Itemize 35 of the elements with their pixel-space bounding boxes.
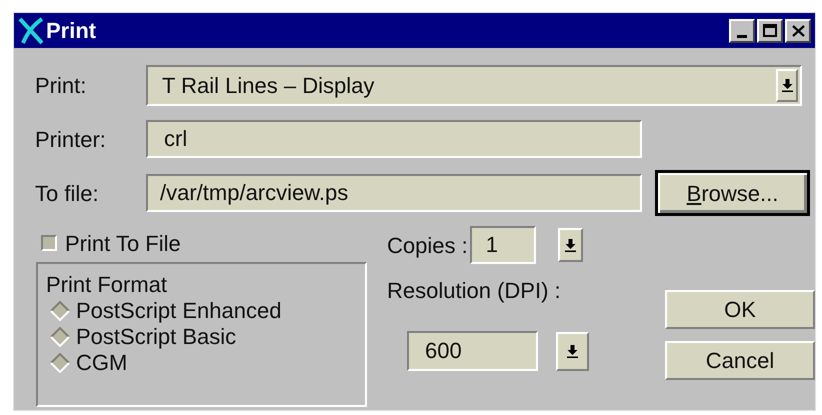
- down-arrow-icon: [782, 79, 792, 92]
- maximize-icon: [763, 24, 777, 37]
- print-dropdown[interactable]: T Rail Lines – Display: [146, 65, 802, 106]
- printer-field[interactable]: crl: [146, 120, 642, 158]
- field-label: Resolution (DPI) :: [387, 277, 561, 305]
- dialog-button[interactable]: Cancel: [665, 341, 815, 380]
- resolution-dropdown-button[interactable]: [556, 332, 589, 370]
- radio-label: CGM: [76, 350, 128, 376]
- radio-button[interactable]: [50, 301, 70, 321]
- close-button[interactable]: [785, 18, 811, 42]
- field-label: To file:: [35, 180, 100, 208]
- down-arrow-icon: [564, 238, 576, 252]
- group-title: Print Format: [46, 272, 168, 298]
- radio-label: PostScript Basic: [76, 324, 236, 350]
- radio-label: PostScript Enhanced: [76, 298, 282, 324]
- dialog-button[interactable]: OK: [665, 290, 815, 329]
- field-label: Copies :: [387, 232, 468, 260]
- browse-button[interactable]: Browse...: [655, 170, 810, 216]
- checkbox[interactable]: [41, 235, 57, 251]
- down-arrow-icon: [567, 344, 578, 358]
- resolution-field[interactable]: 600: [407, 331, 538, 371]
- x-logo-icon: [18, 16, 44, 44]
- field-label: Printer:: [35, 126, 107, 154]
- radio-button[interactable]: [50, 327, 70, 347]
- minimize-button[interactable]: [729, 18, 755, 42]
- checkbox-label: Print To File: [65, 230, 181, 258]
- copies-dropdown-button[interactable]: [558, 228, 583, 262]
- minimize-icon: [737, 34, 747, 38]
- file-path-field[interactable]: /var/tmp/arcview.ps: [146, 174, 642, 212]
- copies-field[interactable]: 1: [470, 226, 536, 264]
- close-icon: [792, 24, 804, 36]
- window-title: Print: [46, 17, 96, 45]
- field-label: Print:: [35, 72, 88, 100]
- maximize-button[interactable]: [757, 18, 783, 42]
- radio-button[interactable]: [50, 353, 70, 373]
